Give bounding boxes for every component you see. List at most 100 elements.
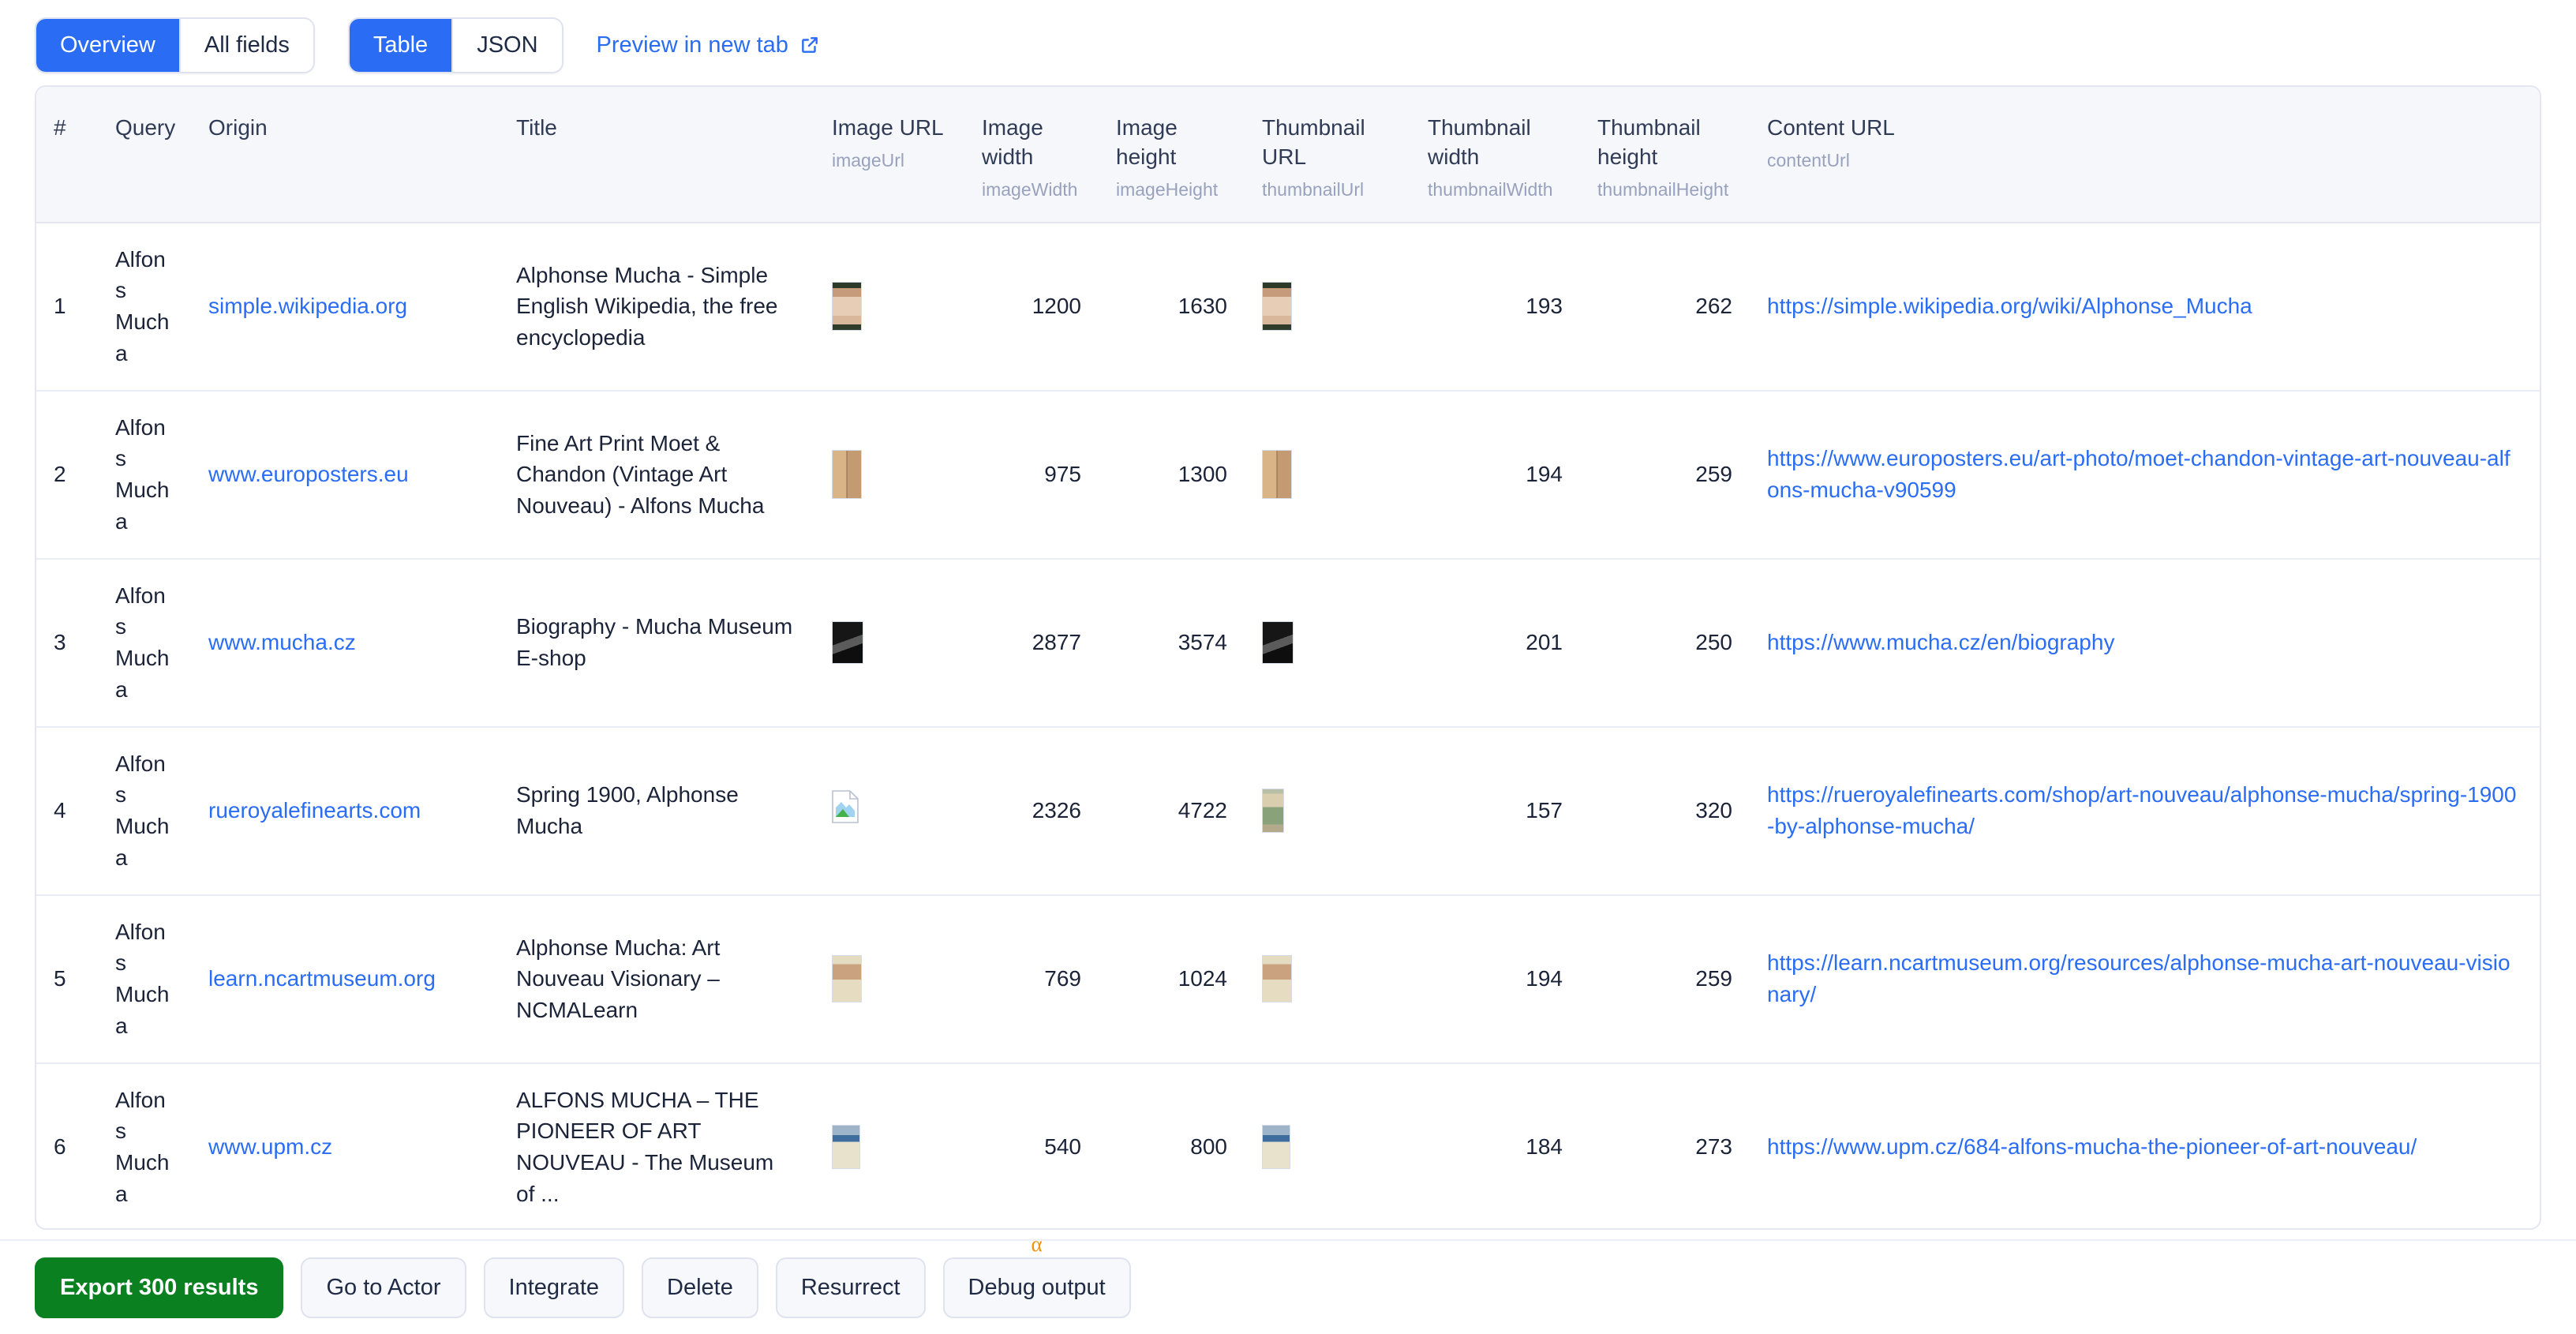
column-header-thumbnail-height[interactable]: Thumbnail height thumbnailHeight [1580,87,1750,223]
cell-thumbnail-url[interactable] [1245,726,1410,896]
content-url-link[interactable]: https://simple.wikipedia.org/wiki/Alphon… [1767,294,2252,318]
table-row[interactable]: 4 Alfons Mucha rueroyalefinearts.com Spring… [36,726,2540,896]
cell-query: Alfons Mucha [98,1062,191,1228]
thumbnail-image[interactable] [1262,621,1294,665]
thumbnail-width-value: 194 [1526,462,1563,487]
thumbnail-image[interactable] [1262,955,1292,1003]
thumbnail-width-value: 184 [1526,1134,1563,1160]
table-row[interactable]: 2 Alfons Mucha www.europosters.eu Fine Art … [36,390,2540,560]
cell-origin[interactable]: www.europosters.eu [191,390,499,560]
image-height-value: 1024 [1178,966,1227,991]
go-to-actor-button[interactable]: Go to Actor [301,1257,466,1318]
origin-link[interactable]: www.mucha.cz [208,630,356,654]
cell-title: Alphonse Mucha: Art Nouveau Visionary – … [499,894,814,1064]
column-header-content-url[interactable]: Content URL contentUrl [1750,87,2540,223]
column-header-image-url[interactable]: Image URL imageUrl [814,87,964,223]
tab-table[interactable]: Table [349,18,452,72]
cell-image-width: 2877 [964,558,1099,728]
cell-content-url[interactable]: https://www.europosters.eu/art-photo/moe… [1750,390,2540,560]
cell-thumbnail-width: 184 [1410,1062,1580,1228]
column-header-title[interactable]: Title [499,87,814,223]
cell-thumbnail-height: 259 [1580,390,1750,560]
tab-json[interactable]: JSON [453,18,562,72]
cell-content-url[interactable]: https://learn.ncartmuseum.org/resources/… [1750,894,2540,1064]
cell-content-url[interactable]: https://www.mucha.cz/en/biography [1750,558,2540,728]
thumbnail-image[interactable] [1262,450,1292,500]
thumbnail-height-value: 259 [1695,966,1732,991]
column-header-thumbnail-url[interactable]: Thumbnail URL thumbnailUrl [1245,87,1410,223]
cell-origin[interactable]: www.mucha.cz [191,558,499,728]
column-header-image-height[interactable]: Image height imageHeight [1099,87,1245,223]
tab-all-fields[interactable]: All fields [180,18,313,72]
title-text: Biography - Mucha Museum E-shop [516,614,793,671]
thumbnail-image[interactable] [1262,789,1284,834]
origin-link[interactable]: www.europosters.eu [208,462,409,486]
cell-title: Spring 1900, Alphonse Mucha [499,726,814,896]
table-row[interactable]: 5 Alfons Mucha learn.ncartmuseum.org Alphon… [36,894,2540,1064]
thumbnail-height-value: 320 [1695,798,1732,823]
debug-output-button[interactable]: α Debug output [942,1232,1131,1318]
table-row[interactable]: 6 Alfons Mucha www.upm.cz ALFONS MUCHA – TH… [36,1062,2540,1228]
column-header-query[interactable]: Query [98,87,191,223]
cell-thumbnail-url[interactable] [1245,894,1410,1064]
delete-button[interactable]: Delete [642,1257,758,1318]
cell-image-url[interactable] [814,1062,964,1228]
tab-overview[interactable]: Overview [36,18,179,72]
cell-origin[interactable]: learn.ncartmuseum.org [191,894,499,1064]
cell-image-url[interactable] [814,558,964,728]
cell-thumbnail-height: 262 [1580,222,1750,392]
format-mode-segmented-control[interactable]: Table JSON [347,17,564,73]
origin-link[interactable]: learn.ncartmuseum.org [208,966,436,991]
content-url-link[interactable]: https://www.upm.cz/684-alfons-mucha-the-… [1767,1134,2417,1159]
cell-image-url[interactable] [814,894,964,1064]
thumbnail-image[interactable] [832,621,863,665]
cell-origin[interactable]: rueroyalefinearts.com [191,726,499,896]
column-header-image-width[interactable]: Image width imageWidth [964,87,1099,223]
cell-content-url[interactable]: https://simple.wikipedia.org/wiki/Alphon… [1750,222,2540,392]
column-header-index[interactable]: # [36,87,98,223]
image-width-value: 1200 [1032,294,1081,319]
row-index-label: 1 [54,294,66,319]
cell-origin[interactable]: www.upm.cz [191,1062,499,1228]
cell-content-url[interactable]: https://rueroyalefinearts.com/shop/art-n… [1750,726,2540,896]
thumbnail-image[interactable] [832,955,862,1003]
table-row[interactable]: 1 Alfons Mucha simple.wikipedia.org Alphons… [36,222,2540,392]
column-header-origin[interactable]: Origin [191,87,499,223]
cell-image-url[interactable] [814,222,964,392]
origin-link[interactable]: simple.wikipedia.org [208,294,407,318]
origin-link[interactable]: rueroyalefinearts.com [208,798,421,823]
cell-thumbnail-height: 259 [1580,894,1750,1064]
column-header-thumbnail-width[interactable]: Thumbnail width thumbnailWidth [1410,87,1580,223]
cell-thumbnail-width: 193 [1410,222,1580,392]
content-url-link[interactable]: https://www.europosters.eu/art-photo/moe… [1767,446,2510,502]
cell-title: Alphonse Mucha - Simple English Wikipedi… [499,222,814,392]
cell-query: Alfons Mucha [98,894,191,1064]
export-results-button[interactable]: Export 300 results [35,1257,284,1318]
content-url-link[interactable]: https://www.mucha.cz/en/biography [1767,630,2114,654]
thumbnail-image[interactable] [832,450,862,500]
thumbnail-image[interactable] [1262,282,1292,332]
view-mode-segmented-control[interactable]: Overview All fields [35,17,315,73]
table-row[interactable]: 3 Alfons Mucha www.mucha.cz Biography - Muc… [36,558,2540,728]
cell-thumbnail-url[interactable] [1245,390,1410,560]
cell-thumbnail-url[interactable] [1245,558,1410,728]
content-url-link[interactable]: https://rueroyalefinearts.com/shop/art-n… [1767,782,2516,838]
content-url-link[interactable]: https://learn.ncartmuseum.org/resources/… [1767,950,2510,1006]
cell-thumbnail-url[interactable] [1245,222,1410,392]
preview-in-new-tab-link[interactable]: Preview in new tab [597,32,820,58]
cell-thumbnail-url[interactable] [1245,1062,1410,1228]
thumbnail-image[interactable] [832,282,862,332]
cell-image-width: 1200 [964,222,1099,392]
integrate-button[interactable]: Integrate [483,1257,625,1318]
cell-content-url[interactable]: https://www.upm.cz/684-alfons-mucha-the-… [1750,1062,2540,1228]
results-table-container[interactable]: # Query Origin Title Image URL imageUrl … [35,85,2541,1230]
origin-link[interactable]: www.upm.cz [208,1134,332,1159]
image-width-value: 2877 [1032,630,1081,655]
cell-image-url[interactable] [814,390,964,560]
image-width-value: 2326 [1032,798,1081,823]
thumbnail-image[interactable] [832,1125,860,1170]
thumbnail-image[interactable] [1262,1125,1290,1170]
resurrect-button[interactable]: Resurrect [775,1257,926,1318]
cell-origin[interactable]: simple.wikipedia.org [191,222,499,392]
cell-image-url[interactable] [814,726,964,896]
